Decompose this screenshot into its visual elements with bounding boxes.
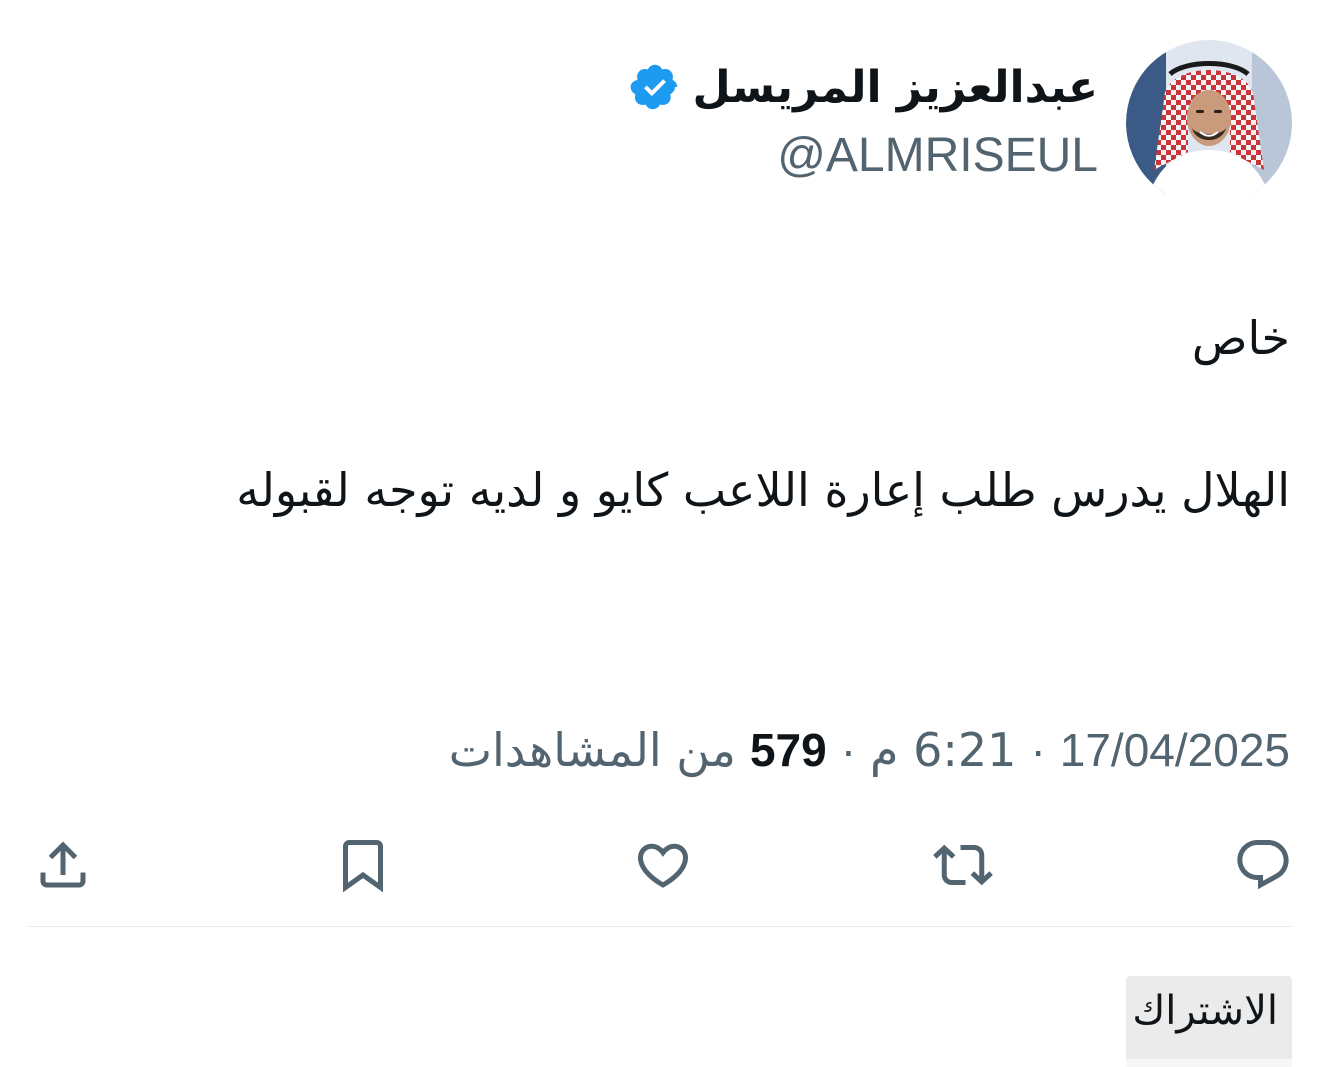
share-button[interactable] [28, 830, 98, 900]
retweet-icon [933, 844, 993, 886]
avatar-image [1126, 40, 1292, 206]
subscribe-label: الاشتراك [1132, 988, 1278, 1034]
watermark-decoration [1126, 1059, 1292, 1067]
like-button[interactable] [628, 830, 698, 900]
share-icon [40, 841, 86, 888]
action-bar [0, 830, 1320, 900]
display-name-row[interactable]: عبدالعزيز المريسل [629, 52, 1099, 122]
user-handle[interactable]: @ALMRISEUL [777, 128, 1098, 183]
divider [28, 926, 1292, 927]
avatar[interactable] [1126, 40, 1292, 206]
views-label: من المشاهدات [448, 723, 736, 777]
tweet-line: الهلال يدرس طلب إعارة اللاعب كايو و لديه… [236, 463, 1290, 517]
display-name[interactable]: عبدالعزيز المريسل [693, 62, 1099, 113]
views-count[interactable]: 579 [750, 723, 827, 777]
bookmark-button[interactable] [328, 830, 398, 900]
verified-badge-icon [629, 61, 681, 113]
tweet-meta: 17/04/2025 · 6:21 م · 579 من المشاهدات [449, 718, 1290, 782]
tweet-date[interactable]: 17/04/2025 [1060, 723, 1290, 777]
subscribe-button[interactable]: الاشتراك [1126, 976, 1292, 1067]
tweet-time[interactable]: 6:21 م [870, 723, 1016, 777]
heart-icon [637, 843, 689, 888]
tweet-page: عبدالعزيز المريسل @ALMRISEUL خاص الهلال … [0, 0, 1320, 1067]
tweet-text: خاص الهلال يدرس طلب إعارة اللاعب كايو و … [140, 300, 1290, 528]
reply-button[interactable] [1228, 830, 1298, 900]
meta-separator: · [840, 724, 857, 776]
retweet-button[interactable] [928, 830, 998, 900]
bookmark-icon [343, 840, 383, 893]
meta-separator: · [1030, 724, 1046, 776]
reply-icon [1237, 840, 1289, 890]
tweet-line: خاص [1191, 311, 1290, 365]
